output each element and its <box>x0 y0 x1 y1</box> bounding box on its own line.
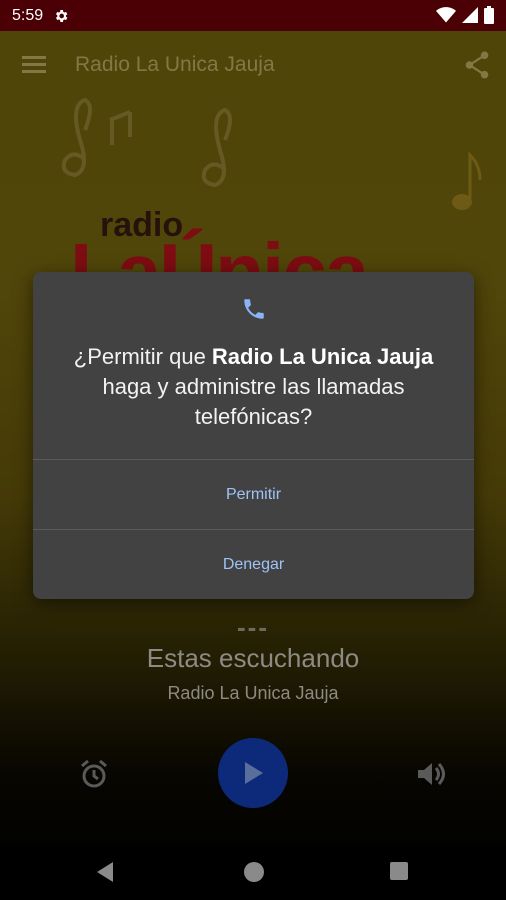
permission-question: ¿Permitir que Radio La Unica Jauja haga … <box>53 342 454 432</box>
play-button[interactable] <box>218 738 288 808</box>
status-bar: 5:59 <box>0 0 506 31</box>
battery-icon <box>484 6 494 24</box>
navigation-bar <box>0 846 506 900</box>
status-icons <box>436 6 494 24</box>
permission-dialog: ¿Permitir que Radio La Unica Jauja haga … <box>33 272 474 599</box>
back-icon[interactable] <box>95 861 115 883</box>
station-name: Radio La Unica Jauja <box>167 683 339 703</box>
divider <box>33 459 474 460</box>
home-icon[interactable] <box>244 862 264 882</box>
app-screen: 5:59 radio LaÚnica <box>0 0 506 900</box>
allow-button[interactable]: Permitir <box>33 461 474 529</box>
deny-button[interactable]: Denegar <box>33 531 474 599</box>
signal-icon <box>462 7 478 23</box>
wifi-icon <box>436 7 456 23</box>
question-prefix: ¿Permitir que <box>73 344 212 369</box>
phone-icon <box>244 299 264 319</box>
volume-icon[interactable] <box>414 758 446 790</box>
alarm-icon[interactable] <box>78 758 110 790</box>
divider <box>33 529 474 530</box>
question-suffix: haga y administre las llamadas telefónic… <box>102 374 405 429</box>
play-icon <box>245 762 263 784</box>
recents-icon[interactable] <box>390 862 408 880</box>
listening-label: Estas escuchando <box>146 643 360 673</box>
app-name: Radio La Unica Jauja <box>211 344 434 369</box>
status-time: 5:59 <box>12 6 44 24</box>
player-controls <box>0 738 506 810</box>
track-placeholder: --- <box>237 612 269 642</box>
settings-gear-icon <box>56 9 68 22</box>
